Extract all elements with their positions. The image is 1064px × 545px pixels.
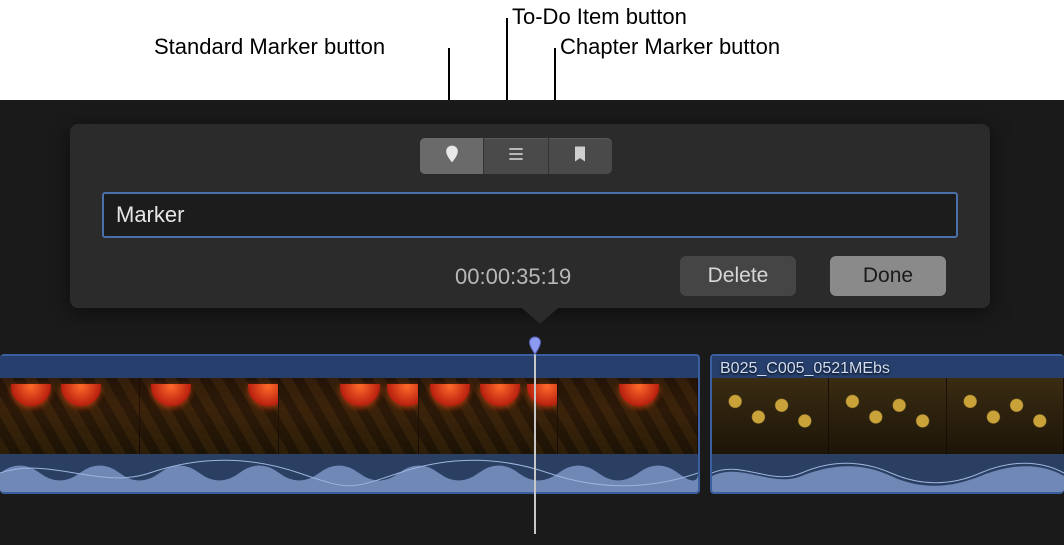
playhead-line[interactable] <box>534 354 536 534</box>
clip-thumbnail-strip <box>0 378 698 456</box>
clip-thumbnail-strip <box>712 378 1064 456</box>
clip-name-label: B025_C005_0521MEbs <box>720 360 890 378</box>
clip-thumbnail <box>419 378 559 456</box>
chapter-marker-icon <box>570 144 590 169</box>
chapter-marker-button[interactable] <box>549 138 612 174</box>
done-button[interactable]: Done <box>830 256 946 296</box>
clip-thumbnail <box>0 378 140 456</box>
clip-thumbnail <box>947 378 1064 456</box>
clip-thumbnail <box>712 378 829 456</box>
clip-thumbnail <box>558 378 698 456</box>
todo-item-icon <box>506 144 526 169</box>
clip-audio-waveform <box>0 454 698 492</box>
callouts-layer: Standard Marker button To-Do Item button… <box>0 0 1064 100</box>
marker-type-segmented-control[interactable] <box>420 138 612 174</box>
clip-thumbnail <box>140 378 280 456</box>
callout-todo-item: To-Do Item button <box>512 4 687 30</box>
standard-marker-icon <box>442 144 462 169</box>
clip-thumbnail <box>279 378 419 456</box>
timeline[interactable]: B025_C005_0521MEbs <box>0 342 1064 502</box>
clip-audio-waveform <box>712 454 1064 492</box>
marker-pin-icon[interactable] <box>527 336 543 356</box>
delete-button[interactable]: Delete <box>680 256 796 296</box>
todo-item-button[interactable] <box>484 138 548 174</box>
timeline-clip[interactable]: B025_C005_0521MEbs <box>710 354 1064 494</box>
standard-marker-button[interactable] <box>420 138 484 174</box>
clip-thumbnail <box>829 378 946 456</box>
timeline-clip[interactable] <box>0 354 700 494</box>
clip-header-bar <box>0 356 698 378</box>
app-dark-area: 00:00:35:19 Delete Done <box>0 100 1064 545</box>
marker-edit-popover: 00:00:35:19 Delete Done <box>70 124 990 308</box>
marker-name-input[interactable] <box>102 192 958 238</box>
callout-standard-marker: Standard Marker button <box>154 34 385 60</box>
callout-chapter-marker: Chapter Marker button <box>560 34 780 60</box>
marker-timecode: 00:00:35:19 <box>455 264 571 290</box>
